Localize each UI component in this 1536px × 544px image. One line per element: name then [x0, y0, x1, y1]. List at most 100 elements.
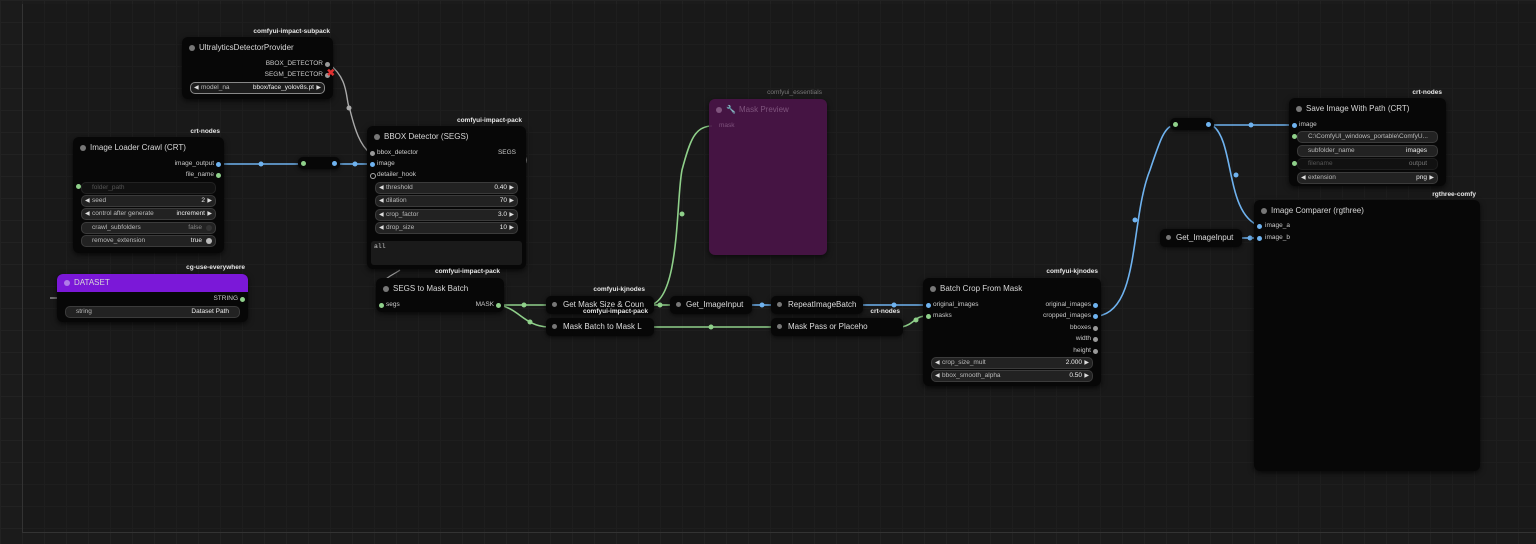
workflow-canvas[interactable]: comfyui-impact-subpack UltralyticsDetect…: [0, 0, 1536, 544]
arrow-right-icon[interactable]: ▶: [509, 210, 514, 220]
segs-to-mask-batch-node[interactable]: SEGS to Mask Batch segs MASK: [376, 278, 504, 312]
extension-widget[interactable]: ◀ extension png ▶: [1297, 172, 1438, 184]
arrow-right-icon[interactable]: ▶: [207, 196, 212, 206]
dilation-widget[interactable]: ◀ dilation 70 ▶: [375, 195, 518, 207]
control-after-generate-widget[interactable]: ◀ control after generate increment ▶: [81, 208, 216, 220]
collapse-dot-icon[interactable]: [552, 302, 557, 307]
collapse-dot-icon[interactable]: [777, 302, 782, 307]
threshold-widget[interactable]: ◀ threshold 0.40 ▶: [375, 182, 518, 194]
labels-textarea[interactable]: all: [371, 241, 522, 265]
output-pin[interactable]: [1093, 326, 1098, 331]
output-pin[interactable]: [1093, 314, 1098, 319]
output-pin[interactable]: [216, 173, 221, 178]
folder-path-input[interactable]: folder_path: [81, 182, 216, 194]
mask-pass-node[interactable]: Mask Pass or Placeho: [771, 318, 903, 336]
input-pin[interactable]: [1292, 123, 1297, 128]
output-pin[interactable]: [240, 297, 245, 302]
crop-size-mult-widget[interactable]: ◀ crop_size_mult 2.000 ▶: [931, 357, 1093, 369]
arrow-right-icon[interactable]: ▶: [509, 196, 514, 206]
ultralytics-detector-node[interactable]: UltralyticsDetectorProvider BBOX_DETECTO…: [182, 37, 335, 99]
arrow-left-icon[interactable]: ◀: [194, 83, 199, 93]
collapse-dot-icon[interactable]: [716, 107, 722, 113]
input-pin[interactable]: [370, 173, 376, 179]
crop-factor-widget[interactable]: ◀ crop_factor 3.0 ▶: [375, 209, 518, 221]
toggle-on-icon[interactable]: [206, 238, 212, 244]
collapse-dot-icon[interactable]: [930, 286, 936, 292]
get-imageinput-node[interactable]: Get_ImageInput: [670, 296, 752, 314]
collapse-dot-icon[interactable]: [1261, 208, 1267, 214]
input-pin[interactable]: [379, 303, 384, 308]
arrow-left-icon[interactable]: ◀: [85, 196, 90, 206]
get-imageinput-node[interactable]: Get_ImageInput: [1160, 229, 1242, 247]
collapse-dot-icon[interactable]: [80, 145, 86, 151]
input-pin[interactable]: [370, 151, 375, 156]
output-pin[interactable]: [332, 161, 337, 166]
arrow-left-icon[interactable]: ◀: [1301, 173, 1306, 183]
seed-widget[interactable]: ◀ seed 2 ▶: [81, 195, 216, 207]
widget-label: dilation: [386, 197, 407, 204]
toggle-off-icon[interactable]: [206, 225, 212, 231]
reroute-node[interactable]: [298, 157, 340, 169]
collapse-dot-icon[interactable]: [676, 302, 681, 307]
subfolder-name-input[interactable]: subfolder_name images: [1297, 145, 1438, 157]
arrow-right-icon[interactable]: ▶: [316, 83, 321, 93]
mask-preview-node[interactable]: 🔧 Mask Preview mask: [709, 99, 827, 255]
widget-value: false: [188, 224, 202, 231]
arrow-left-icon[interactable]: ◀: [379, 196, 384, 206]
dataset-node[interactable]: DATASET STRING string Dataset Path: [57, 274, 248, 322]
output-pin[interactable]: [1093, 303, 1098, 308]
output-pin[interactable]: [1093, 337, 1098, 342]
collapse-dot-icon[interactable]: [1166, 235, 1171, 240]
arrow-left-icon[interactable]: ◀: [379, 210, 384, 220]
arrow-right-icon[interactable]: ▶: [1084, 358, 1089, 368]
output-pin[interactable]: [216, 162, 221, 167]
arrow-right-icon[interactable]: ▶: [509, 223, 514, 233]
mask-batch-to-list-node[interactable]: Mask Batch to Mask L: [546, 318, 654, 336]
string-widget[interactable]: string Dataset Path: [65, 306, 240, 318]
image-loader-crawl-node[interactable]: Image Loader Crawl (CRT) image_output fi…: [73, 137, 224, 253]
image-comparer-node[interactable]: Image Comparer (rgthree) image_a image_b: [1254, 200, 1480, 471]
input-pin[interactable]: [370, 162, 375, 167]
collapse-dot-icon[interactable]: [383, 286, 389, 292]
arrow-left-icon[interactable]: ◀: [85, 209, 90, 219]
model-name-combo[interactable]: ◀ model_na bbox/face_yolov8s.pt ▶: [190, 82, 325, 94]
arrow-right-icon[interactable]: ▶: [207, 209, 212, 219]
output-path-input[interactable]: C:\ComfyUI_windows_portable\ComfyU...: [1297, 131, 1438, 143]
widget-label: subfolder_name: [1308, 147, 1355, 154]
input-pin[interactable]: [1257, 224, 1262, 229]
output-pin[interactable]: [496, 303, 501, 308]
input-pin[interactable]: [926, 314, 931, 319]
arrow-left-icon[interactable]: ◀: [379, 183, 384, 193]
remove-extension-toggle[interactable]: remove_extension true: [81, 235, 216, 247]
arrow-left-icon[interactable]: ◀: [379, 223, 384, 233]
reroute-node[interactable]: [1170, 118, 1214, 130]
input-pin[interactable]: [926, 303, 931, 308]
bbox-detector-node[interactable]: BBOX Detector (SEGS) bbox_detector image…: [367, 126, 526, 269]
pack-label: comfyui-impact-pack: [456, 117, 522, 124]
output-pin[interactable]: [1206, 122, 1211, 127]
collapse-dot-icon[interactable]: [552, 324, 557, 329]
input-pin[interactable]: [1257, 236, 1262, 241]
filename-input[interactable]: filename output: [1297, 158, 1438, 170]
node-header: BBOX Detector (SEGS): [367, 126, 526, 148]
save-image-with-path-node[interactable]: Save Image With Path (CRT) image C:\Comf…: [1289, 98, 1446, 186]
output-pin[interactable]: [325, 62, 330, 67]
input-pin[interactable]: [1173, 122, 1178, 127]
arrow-right-icon[interactable]: ▶: [1084, 371, 1089, 381]
drop-size-widget[interactable]: ◀ drop_size 10 ▶: [375, 222, 518, 234]
collapse-dot-icon[interactable]: [1296, 106, 1302, 112]
crawl-subfolders-toggle[interactable]: crawl_subfolders false: [81, 222, 216, 234]
collapse-dot-icon[interactable]: [777, 324, 782, 329]
input-pin[interactable]: [301, 161, 306, 166]
widget-value: true: [190, 237, 202, 244]
batch-crop-from-mask-node[interactable]: Batch Crop From Mask original_images mas…: [923, 278, 1101, 386]
output-pin[interactable]: [1093, 349, 1098, 354]
arrow-right-icon[interactable]: ▶: [1429, 173, 1434, 183]
bbox-smooth-alpha-widget[interactable]: ◀ bbox_smooth_alpha 0.50 ▶: [931, 370, 1093, 382]
collapse-dot-icon[interactable]: [374, 134, 380, 140]
arrow-left-icon[interactable]: ◀: [935, 371, 940, 381]
arrow-right-icon[interactable]: ▶: [509, 183, 514, 193]
collapse-dot-icon[interactable]: [189, 45, 195, 51]
arrow-left-icon[interactable]: ◀: [935, 358, 940, 368]
collapse-dot-icon[interactable]: [64, 280, 70, 286]
